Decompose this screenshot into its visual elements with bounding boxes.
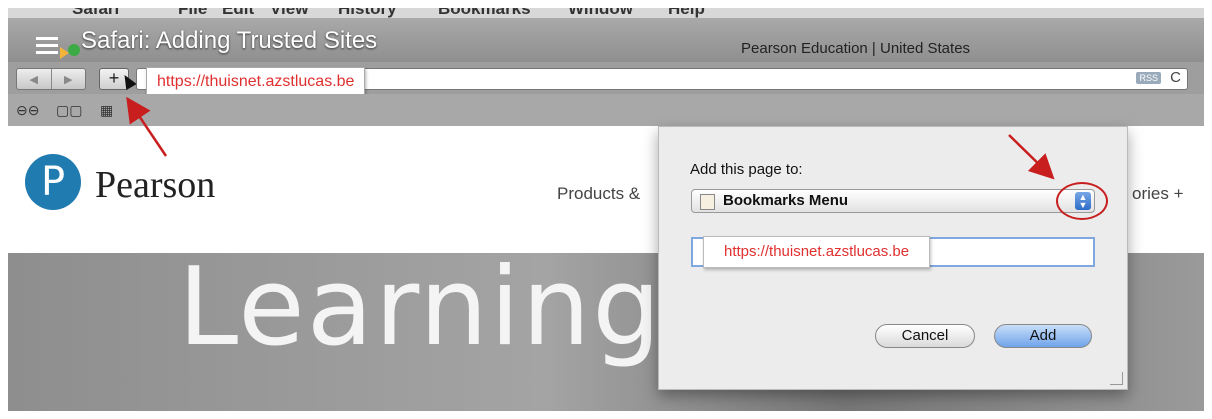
screen: Safari File Edit View History Bookmarks … <box>8 8 1204 411</box>
arrow-to-plus <box>126 96 168 157</box>
annotation-arrows <box>126 96 1055 180</box>
arrow-to-popup <box>1008 134 1055 180</box>
